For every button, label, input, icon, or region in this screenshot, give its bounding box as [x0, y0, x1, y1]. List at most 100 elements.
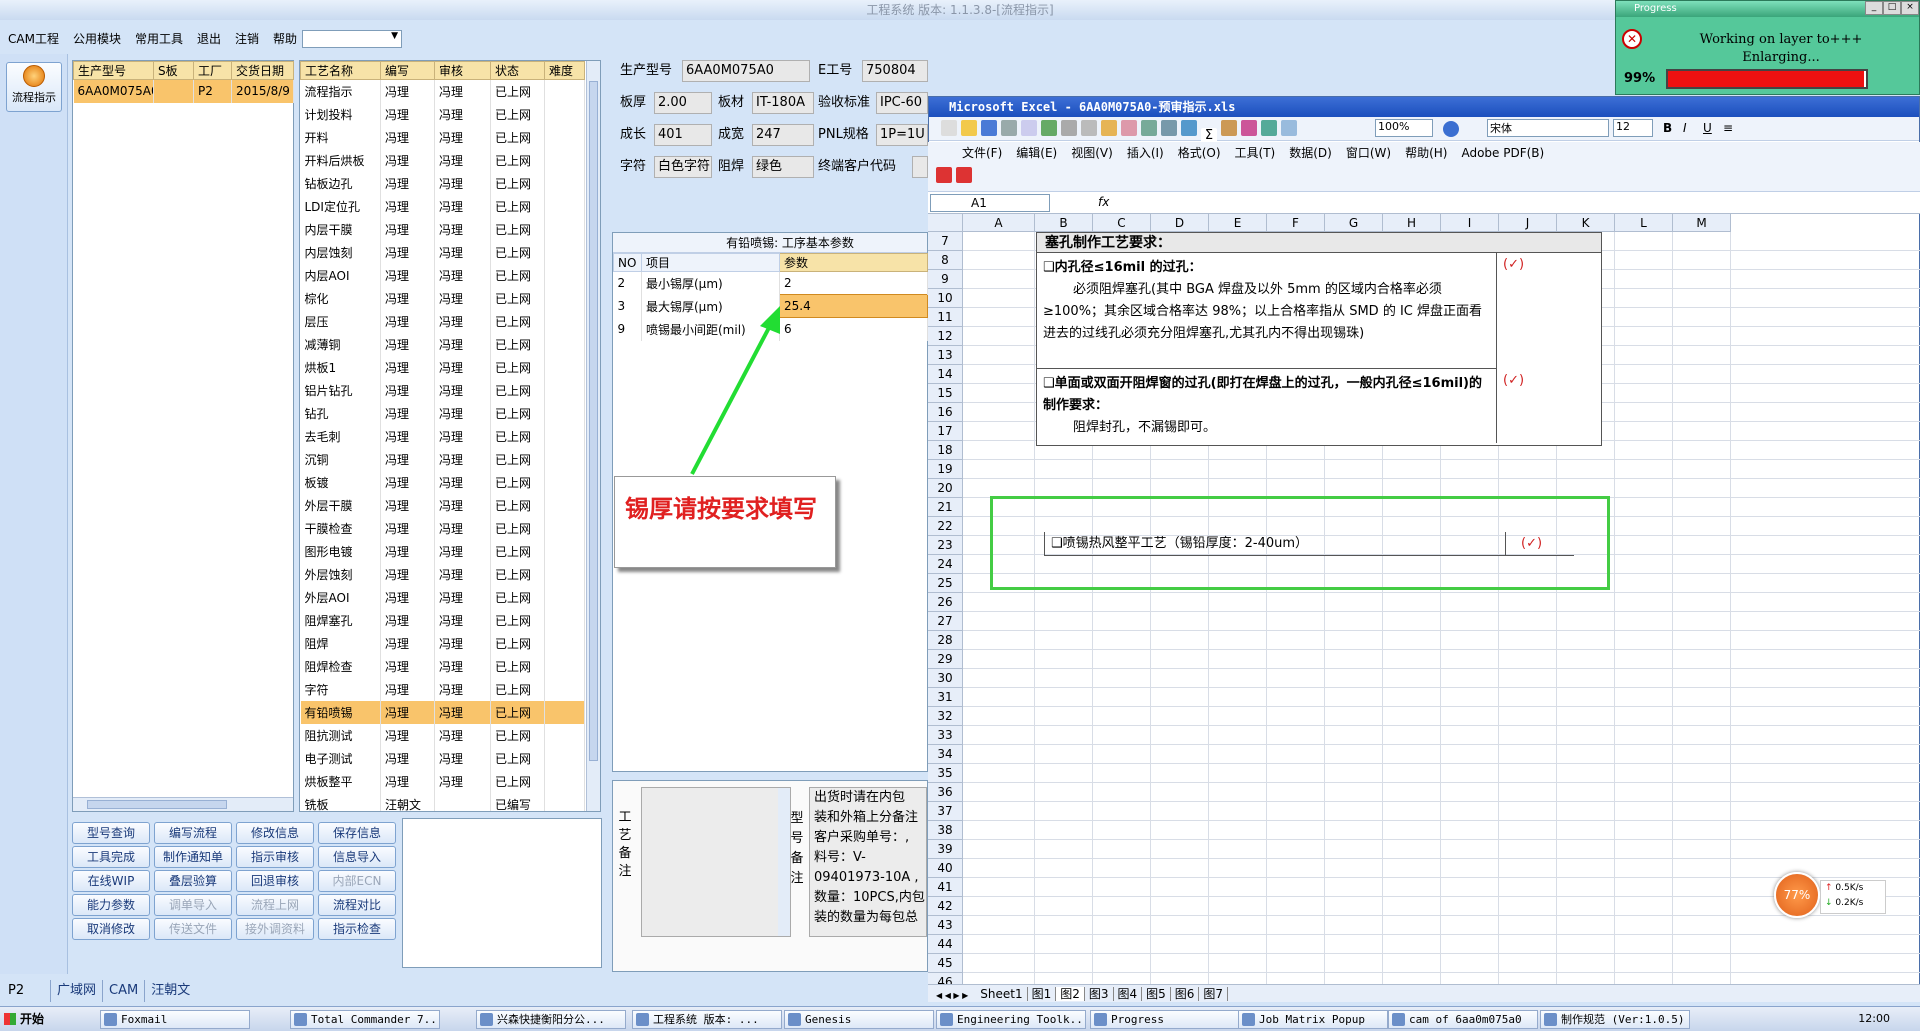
new-icon[interactable] — [941, 120, 957, 136]
taskbar-item[interactable]: Progress — [1090, 1010, 1240, 1029]
table-row[interactable]: 层压 冯理 冯理 已上网 — [300, 309, 585, 333]
sheet-tab[interactable]: 图6 — [1170, 987, 1200, 1001]
scrollbar-thumb[interactable] — [87, 800, 227, 809]
menu-exit[interactable]: 退出 — [197, 28, 221, 50]
horizontal-scrollbar[interactable] — [73, 797, 293, 811]
table-row[interactable]: 外层蚀刻 冯理 冯理 已上网 — [300, 562, 585, 586]
taskbar-item[interactable]: 工程系统 版本: ... — [632, 1010, 782, 1029]
row-header[interactable]: 26 — [928, 593, 963, 612]
row-header[interactable]: 12 — [928, 327, 963, 346]
excel-menu-item[interactable]: Adobe PDF(B) — [1461, 142, 1544, 164]
table-row[interactable]: 有铅喷锡 冯理 冯理 已上网 — [300, 700, 585, 724]
field-model[interactable]: 6AA0M075A0 — [682, 60, 810, 82]
field-e-no[interactable]: 750804 — [862, 60, 928, 82]
bold-icon[interactable]: B — [1663, 121, 1672, 135]
excel-menu-item[interactable]: 插入(I) — [1127, 142, 1164, 164]
item3-cell[interactable]: ❑喷锡热风整平工艺（锡铅厚度：2-40um） (✓) — [1044, 532, 1574, 556]
menu-common-modules[interactable]: 公用模块 — [73, 28, 121, 50]
row-header[interactable]: 10 — [928, 289, 963, 308]
pdf-icon[interactable] — [936, 167, 952, 183]
col-process[interactable]: 工艺名称 — [300, 61, 381, 80]
menu-help[interactable]: 帮助 — [273, 28, 297, 50]
row-header[interactable]: 19 — [928, 460, 963, 479]
row-header[interactable]: 23 — [928, 536, 963, 555]
action-button[interactable]: 编写流程 — [154, 822, 232, 844]
row-header[interactable]: 34 — [928, 745, 963, 764]
paste-icon[interactable] — [1101, 120, 1117, 136]
drawing-icon[interactable] — [1281, 120, 1297, 136]
row-header[interactable]: 7 — [928, 232, 963, 251]
column-header[interactable]: D — [1151, 214, 1209, 232]
row-header[interactable]: 33 — [928, 726, 963, 745]
table-row[interactable]: 字符 冯理 冯理 已上网 — [300, 677, 585, 701]
row-header[interactable]: 22 — [928, 517, 963, 536]
maximize-icon[interactable]: □ — [1883, 1, 1901, 15]
row-header[interactable]: 31 — [928, 688, 963, 707]
table-row[interactable]: 钻板边孔 冯理 冯理 已上网 — [300, 171, 585, 195]
save-icon[interactable] — [981, 120, 997, 136]
row-header[interactable]: 27 — [928, 612, 963, 631]
excel-menu-item[interactable]: 数据(D) — [1289, 142, 1332, 164]
row-header[interactable]: 13 — [928, 346, 963, 365]
action-button[interactable]: 工具完成 — [72, 846, 150, 868]
action-button[interactable]: 信息导入 — [318, 846, 396, 868]
action-button[interactable]: 型号查询 — [72, 822, 150, 844]
table-row[interactable]: 内层干膜 冯理 冯理 已上网 — [300, 217, 585, 241]
table-row[interactable]: 棕化 冯理 冯理 已上网 — [300, 286, 585, 310]
chart-icon[interactable] — [1261, 120, 1277, 136]
table-row[interactable]: 计划投料 冯理 冯理 已上网 — [300, 102, 585, 126]
action-button[interactable]: 保存信息 — [318, 822, 396, 844]
sheet-tab[interactable]: Sheet1 — [976, 987, 1028, 1001]
note-box[interactable] — [402, 818, 602, 968]
close-icon[interactable]: × — [1901, 1, 1919, 15]
col-factory[interactable]: 工厂 — [193, 61, 232, 80]
format-painter-icon[interactable] — [1121, 120, 1137, 136]
row-header[interactable]: 45 — [928, 954, 963, 973]
item1-cell[interactable]: ❑内孔径≤16mil 的过孔： 必须阻焊塞孔(其中 BGA 焊盘及以外 5mm … — [1037, 253, 1497, 369]
row-header[interactable]: 44 — [928, 935, 963, 954]
row-header[interactable]: 37 — [928, 802, 963, 821]
model-remark-text[interactable]: 出货时请在内包 装和外箱上分备注 客户采购单号：, 料号：V- 09401973-10A… — [809, 787, 927, 937]
pdf-email-icon[interactable] — [956, 167, 972, 183]
row-header[interactable]: 28 — [928, 631, 963, 650]
italic-icon[interactable]: I — [1683, 121, 1687, 135]
table-row[interactable]: 阻抗测试 冯理 冯理 已上网 — [300, 723, 585, 747]
sheet-tab[interactable]: 图7 — [1199, 987, 1229, 1001]
column-header[interactable]: B — [1035, 214, 1093, 232]
table-row[interactable]: 2 最小锡厚(μm) 2 — [613, 271, 928, 295]
column-header[interactable]: L — [1615, 214, 1673, 232]
table-row[interactable]: 流程指示 冯理 冯理 已上网 — [300, 79, 585, 103]
stop-icon[interactable]: ✕ — [1622, 29, 1642, 49]
taskbar-item[interactable]: cam of 6aa0m075a0 — [1388, 1010, 1538, 1029]
start-button[interactable]: 开始 — [2, 1009, 50, 1029]
excel-menu-item[interactable]: 窗口(W) — [1346, 142, 1391, 164]
row-header[interactable]: 14 — [928, 365, 963, 384]
action-button[interactable]: 在线WIP — [72, 870, 150, 892]
table-row[interactable]: 沉铜 冯理 冯理 已上网 — [300, 447, 585, 471]
tab-wan[interactable]: 广域网 — [50, 980, 102, 1002]
table-row[interactable]: 开料 冯理 冯理 已上网 — [300, 125, 585, 149]
network-speed-widget[interactable]: 77% — [1774, 872, 1820, 918]
excel-menu-item[interactable]: 编辑(E) — [1016, 142, 1057, 164]
col-status[interactable]: 状态 — [490, 61, 545, 80]
row-header[interactable]: 32 — [928, 707, 963, 726]
name-box[interactable]: A1 — [930, 194, 1050, 212]
scrollbar-thumb[interactable] — [589, 81, 598, 761]
field-soldermask[interactable]: 绿色 — [752, 156, 814, 178]
fx-icon[interactable]: fx — [1098, 195, 1109, 209]
action-button[interactable]: 能力参数 — [72, 894, 150, 916]
font-select[interactable]: 宋体 — [1487, 119, 1609, 137]
excel-menu-item[interactable]: 文件(F) — [962, 142, 1002, 164]
row-header[interactable]: 41 — [928, 878, 963, 897]
sheet-tab[interactable]: 图1 — [1027, 987, 1057, 1001]
menu-cam[interactable]: CAM工程 — [8, 28, 59, 50]
item2-cell[interactable]: ❑单面或双面开阻焊窗的过孔(即打在焊盘上的过孔，一般内孔径≤16mil)的制作要… — [1037, 369, 1497, 443]
sheet-tab[interactable]: 图3 — [1084, 987, 1114, 1001]
table-row[interactable]: 干膜检查 冯理 冯理 已上网 — [300, 516, 585, 540]
table-row[interactable]: 去毛刺 冯理 冯理 已上网 — [300, 424, 585, 448]
redo-icon[interactable] — [1161, 120, 1177, 136]
action-button[interactable]: 流程对比 — [318, 894, 396, 916]
row-header[interactable]: 30 — [928, 669, 963, 688]
col-difficulty[interactable]: 难度 — [544, 61, 585, 80]
table-row[interactable]: 阻焊塞孔 冯理 冯理 已上网 — [300, 608, 585, 632]
